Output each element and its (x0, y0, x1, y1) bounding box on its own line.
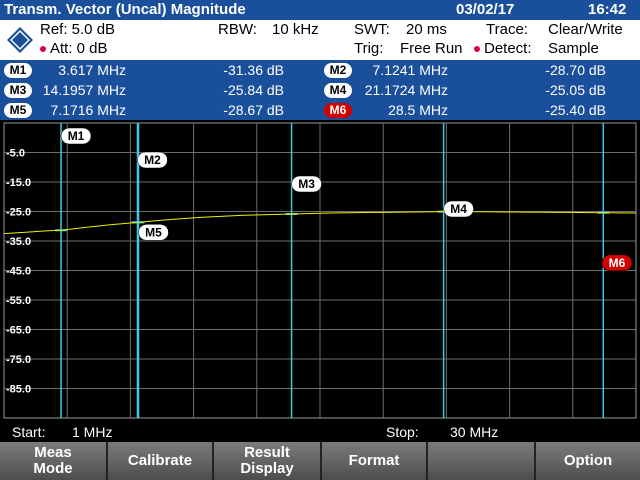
marker-level: -31.36 dB (223, 62, 284, 78)
calibrate-button[interactable]: Calibrate (108, 442, 214, 480)
marker-label-m4[interactable]: M4 (443, 200, 474, 218)
meas-mode-button[interactable]: Meas Mode (0, 442, 108, 480)
detect-label: Detect: (484, 40, 532, 57)
trace-label: Trace: (486, 21, 528, 38)
softkey-label: Meas Mode (33, 444, 73, 477)
softkey-bar: Meas Mode Calibrate Result Display Forma… (0, 442, 640, 480)
attenuation: Att: 0 dB (50, 40, 108, 57)
marker-row: M5 7.1716 MHz -28.67 dB M6 28.5 MHz -25.… (0, 101, 640, 120)
marker-table: M1 3.617 MHz -31.36 dB M2 7.1241 MHz -28… (0, 60, 640, 120)
svg-text:M6: M6 (609, 256, 626, 270)
rbw-label: RBW: (218, 21, 257, 38)
svg-text:M4: M4 (450, 202, 467, 216)
measurement-title: Transm. Vector (Uncal) Magnitude (4, 1, 246, 18)
spectrum-chart[interactable]: M1 M2 M3 M4 M5 M6 -5.0 -15.0 -25.0 -35.0 -45.0 -55… (0, 120, 640, 422)
date-display: 03/02/17 (456, 1, 515, 18)
marker-level: -25.40 dB (545, 102, 606, 118)
svg-text:M3: M3 (298, 177, 315, 191)
stop-frequency: 30 MHz (450, 424, 499, 440)
y-tick-label: -85.0 (6, 384, 31, 396)
detect-status-dot (474, 46, 480, 53)
marker-label-m6[interactable]: M6 (601, 254, 633, 272)
marker-badge[interactable]: M2 (324, 63, 352, 78)
start-frequency: 1 MHz (72, 424, 113, 440)
option-button[interactable]: Option (536, 442, 640, 480)
marker-level: -28.70 dB (545, 62, 606, 78)
marker-label-m3[interactable]: M3 (291, 175, 322, 193)
softkey-label: Result Display (240, 444, 294, 477)
softkey-label: Format (348, 452, 400, 469)
att-status-dot (40, 46, 46, 53)
marker-frequency: 21.1724 MHz (364, 82, 448, 98)
svg-text:M1: M1 (68, 129, 85, 143)
marker-label-m5[interactable]: M5 (138, 224, 169, 241)
trace-mode: Clear/Write (548, 21, 623, 38)
empty-softkey[interactable] (428, 442, 536, 480)
marker-frequency: 7.1241 MHz (372, 62, 448, 78)
marker-badge-active[interactable]: M6 (324, 103, 352, 118)
softkey-label: Calibrate (127, 452, 193, 469)
svg-text:M5: M5 (145, 225, 162, 239)
marker-level: -25.05 dB (545, 82, 606, 98)
spectrum-plot[interactable]: M1 M2 M3 M4 M5 M6 -5.0 -15.0 -25.0 -35.0 -45.0 -55… (0, 120, 640, 422)
y-tick-label: -25.0 (6, 207, 31, 219)
y-tick-label: -65.0 (6, 325, 31, 337)
frequency-span-bar: Start: 1 MHz Stop: 30 MHz (0, 422, 640, 442)
y-tick-label: -45.0 (6, 266, 31, 278)
stop-label: Stop: (386, 424, 419, 440)
settings-bar: Ref: 5.0 dB Att: 0 dB RBW: 10 kHz SWT: 2… (0, 20, 640, 60)
swt-label: SWT: (354, 21, 390, 38)
marker-label-m1[interactable]: M1 (60, 127, 92, 145)
title-bar: Transm. Vector (Uncal) Magnitude 03/02/1… (0, 0, 640, 20)
y-tick-label: -5.0 (6, 148, 25, 160)
marker-row: M1 3.617 MHz -31.36 dB M2 7.1241 MHz -28… (0, 61, 640, 80)
marker-frequency: 7.1716 MHz (50, 102, 126, 118)
rbw-value: 10 kHz (272, 21, 319, 38)
marker-level: -28.67 dB (223, 102, 284, 118)
marker-badge[interactable]: M1 (4, 63, 32, 78)
detect-mode: Sample (548, 40, 599, 57)
softkey-label: Option (563, 452, 613, 469)
swt-value: 20 ms (406, 21, 447, 38)
marker-badge[interactable]: M3 (4, 83, 32, 98)
marker-badge[interactable]: M5 (4, 103, 32, 118)
rohde-schwarz-logo-icon (7, 27, 33, 53)
format-button[interactable]: Format (322, 442, 428, 480)
analyzer-screen: Transm. Vector (Uncal) Magnitude 03/02/1… (0, 0, 640, 480)
marker-frequency: 3.617 MHz (58, 62, 126, 78)
marker-badge[interactable]: M4 (324, 83, 352, 98)
marker-label-m2[interactable]: M2 (137, 151, 168, 169)
y-tick-label: -55.0 (6, 295, 31, 307)
marker-frequency: 28.5 MHz (388, 102, 448, 118)
marker-row: M3 14.1957 MHz -25.84 dB M4 21.1724 MHz … (0, 81, 640, 100)
start-label: Start: (12, 424, 46, 440)
result-display-button[interactable]: Result Display (214, 442, 322, 480)
y-tick-label: -35.0 (6, 236, 31, 248)
y-tick-label: -15.0 (6, 177, 31, 189)
time-display: 16:42 (588, 1, 627, 18)
marker-frequency: 14.1957 MHz (42, 82, 126, 98)
svg-text:M2: M2 (144, 153, 161, 167)
y-tick-label: -75.0 (6, 354, 31, 366)
trig-value: Free Run (400, 40, 463, 57)
ref-level: Ref: 5.0 dB (40, 21, 116, 38)
trig-label: Trig: (354, 40, 384, 57)
marker-level: -25.84 dB (223, 82, 284, 98)
